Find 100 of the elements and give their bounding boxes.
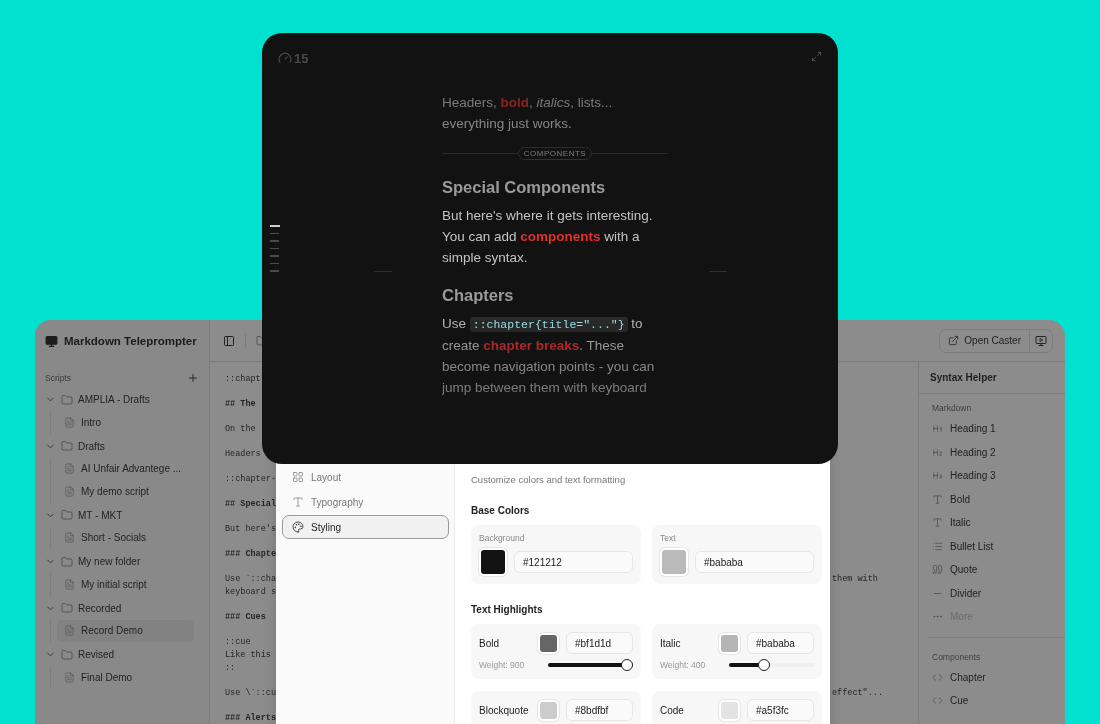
grid-icon — [292, 471, 304, 483]
folder-item[interactable]: Recorded — [45, 596, 203, 620]
color-swatch[interactable] — [719, 632, 740, 654]
weight-label: Weight: 900 — [479, 660, 526, 670]
code-line: ::cue — [225, 636, 251, 649]
syntax-item[interactable]: Bold — [932, 487, 1065, 511]
card-label: Italic — [660, 637, 682, 649]
syntax-item[interactable]: Cue — [932, 689, 1065, 713]
chapter-marker[interactable] — [270, 270, 279, 272]
palette-icon — [292, 521, 304, 533]
folder-item[interactable]: Drafts — [45, 434, 203, 458]
color-swatch[interactable] — [538, 632, 559, 654]
code-line: ## Special — [225, 498, 276, 511]
heading-icon — [932, 446, 943, 458]
paragraph: Headers, bold, italics, lists... everything just works. — [442, 94, 614, 133]
file-name: Intro — [81, 416, 101, 428]
hex-field[interactable]: #bababa — [695, 551, 814, 573]
syntax-item[interactable]: Heading 2 — [932, 440, 1065, 464]
file-name: Final Demo — [81, 671, 133, 683]
nav-item[interactable]: Typography — [282, 490, 449, 514]
syntax-item[interactable]: Heading 1 — [932, 417, 1065, 441]
chapter-marker[interactable] — [270, 232, 279, 234]
file-icon — [64, 625, 75, 637]
chapter-marker[interactable] — [270, 247, 279, 249]
file-item[interactable]: My demo script — [57, 480, 194, 503]
file-item[interactable]: AI Unfair Advantege ... — [57, 457, 194, 480]
sidebar-toggle-icon[interactable] — [223, 334, 235, 347]
folder-item[interactable]: MT - MKT — [45, 503, 203, 527]
file-item[interactable]: Final Demo — [57, 666, 194, 689]
file-name: AI Unfair Advantege ... — [81, 463, 182, 475]
file-icon — [64, 485, 75, 497]
hex-field[interactable]: #bf1d1d — [566, 632, 633, 654]
add-icon[interactable] — [187, 372, 199, 384]
monitor-play-icon — [1035, 334, 1047, 347]
code-line: ## The — [225, 398, 256, 411]
slider-thumb[interactable] — [621, 659, 633, 671]
expand-icon[interactable] — [811, 51, 822, 62]
panel-title: Syntax Helper — [930, 372, 997, 383]
hex-field[interactable]: #bababa — [747, 632, 814, 654]
folder-item[interactable]: Revised — [45, 643, 203, 666]
nav-item[interactable]: Styling — [282, 515, 449, 539]
folder-name: My new folder — [78, 556, 141, 567]
file-item[interactable]: Record Demo — [57, 619, 194, 642]
chapter-marker[interactable] — [270, 225, 280, 227]
color-swatch[interactable] — [538, 699, 559, 721]
hex-field[interactable]: #121212 — [514, 551, 633, 573]
slider-thumb[interactable] — [758, 659, 771, 671]
text-icon — [932, 493, 943, 505]
hex-field[interactable]: #a5f3fc — [747, 699, 814, 721]
text-icon — [292, 496, 304, 508]
folder-icon — [61, 555, 73, 568]
folder-icon — [61, 648, 73, 661]
file-icon — [64, 578, 75, 590]
color-swatch[interactable] — [660, 548, 688, 576]
monitor-icon — [45, 334, 58, 348]
nav-item[interactable]: Layout — [282, 465, 449, 489]
folder-name: Recorded — [78, 602, 122, 614]
file-item[interactable]: Short - Socials — [57, 526, 194, 549]
file-icon — [64, 532, 75, 544]
folder-item[interactable]: AMPLIA - Drafts — [45, 388, 203, 411]
file-name: Record Demo — [81, 625, 143, 637]
syntax-item[interactable]: Heading 3 — [932, 464, 1065, 488]
folder-icon — [61, 602, 73, 614]
gauge-icon — [278, 51, 292, 65]
code-line: Use \`::cu — [225, 687, 276, 700]
color-swatch[interactable] — [719, 699, 740, 721]
syntax-item[interactable]: Italic — [932, 511, 1065, 535]
folder-item[interactable]: My new folder — [45, 550, 203, 573]
folder-name: AMPLIA - Drafts — [78, 394, 150, 405]
weight-label: Weight: 400 — [660, 660, 707, 670]
syntax-item[interactable]: Divider — [932, 581, 1065, 605]
code-line: keyboard s — [225, 586, 276, 599]
code-line: effect"... — [832, 687, 883, 700]
file-item[interactable]: Intro — [57, 411, 194, 434]
code-line: them with — [832, 573, 878, 586]
syntax-item[interactable]: Quote — [932, 558, 1065, 582]
file-name: My demo script — [81, 485, 149, 497]
file-item[interactable]: My initial script — [57, 573, 194, 596]
syntax-item[interactable]: Chapter — [932, 665, 1065, 689]
folder-name: Revised — [78, 649, 115, 660]
chapter-marker[interactable] — [270, 240, 279, 242]
chapter-marker[interactable] — [270, 262, 279, 264]
file-icon — [64, 671, 75, 683]
syntax-item[interactable]: Bullet List — [932, 534, 1065, 558]
code-line: ::chapt — [225, 373, 261, 386]
code-icon — [932, 695, 943, 707]
hex-field[interactable]: #8bdfbf — [566, 699, 633, 721]
chapter-marker[interactable] — [270, 255, 279, 257]
folder-icon — [61, 440, 73, 452]
focus-marker-line — [374, 271, 392, 272]
app-title: Markdown Teleprompter — [64, 335, 197, 347]
folder-name: Drafts — [78, 440, 105, 452]
card-label: Bold — [479, 637, 500, 649]
code-line: Headers — [225, 448, 261, 461]
color-swatch[interactable] — [479, 548, 507, 576]
code-line: :: — [225, 662, 236, 675]
code-line: ::chapter- — [225, 473, 276, 486]
folder-icon — [61, 393, 73, 406]
heading-icon — [932, 470, 943, 482]
text-icon — [932, 517, 943, 529]
